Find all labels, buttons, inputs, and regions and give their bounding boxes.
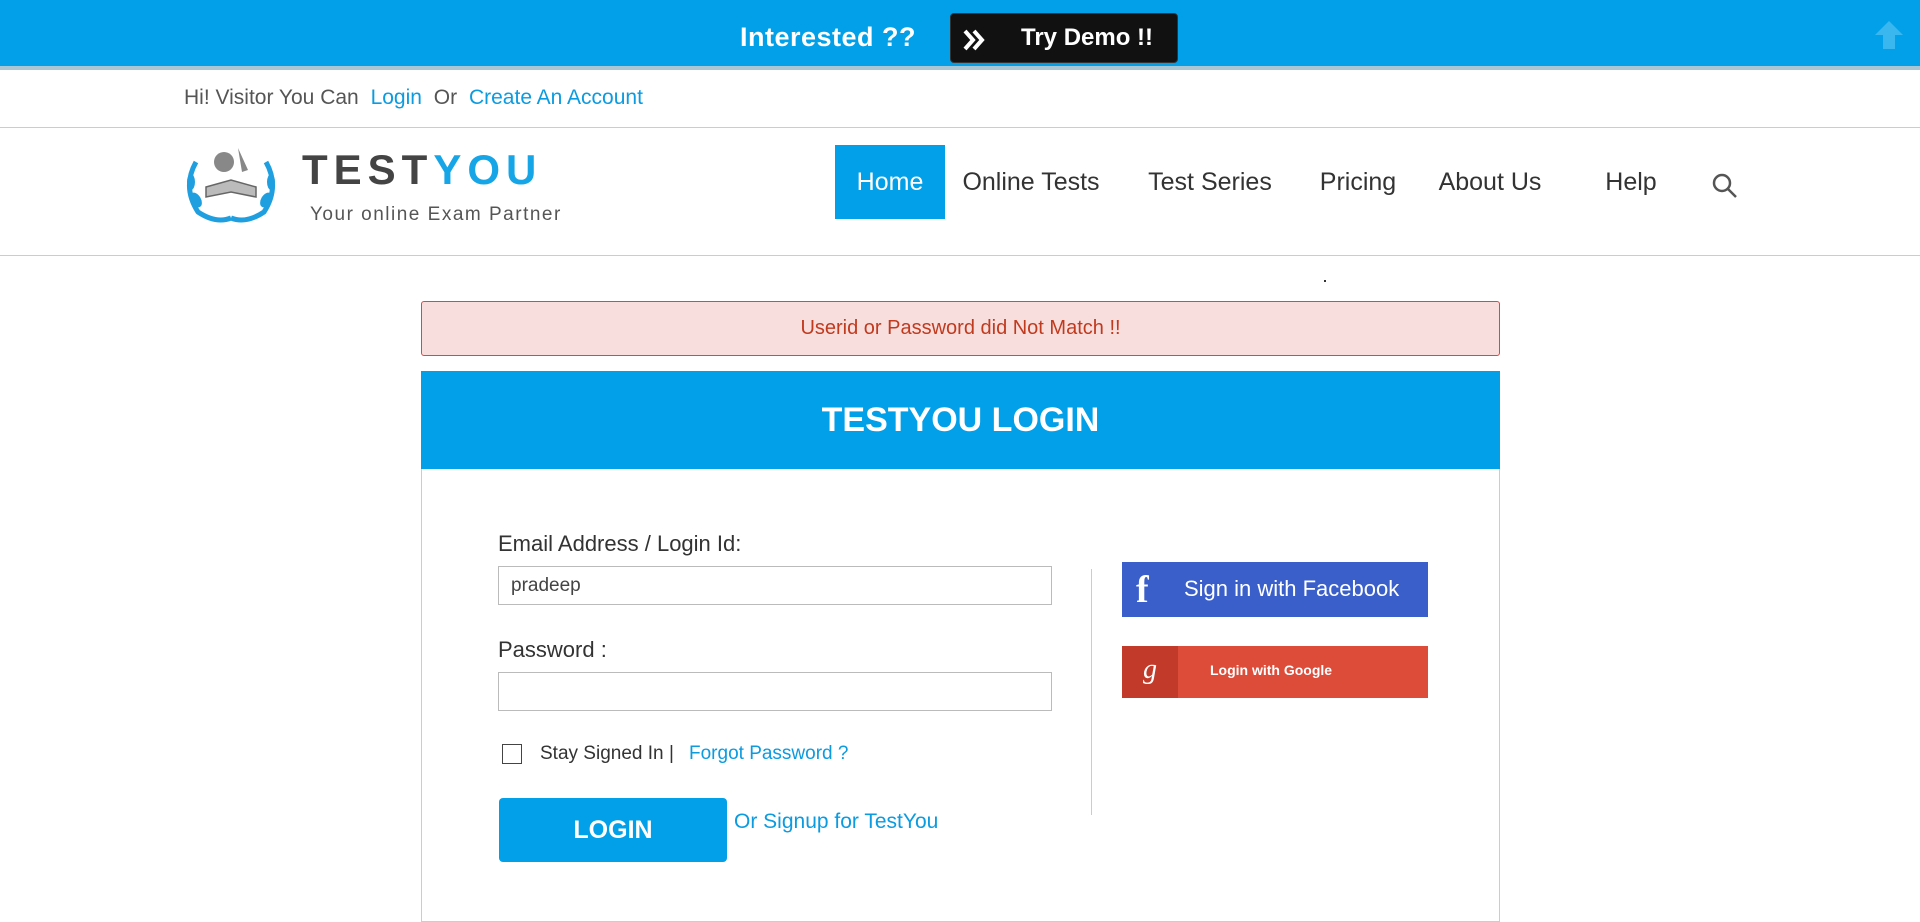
password-label: Password :	[498, 637, 607, 662]
try-demo-label: Try Demo !!	[1021, 24, 1154, 51]
visitor-prefix: Hi! Visitor You Can	[184, 86, 359, 109]
email-label: Email Address / Login Id:	[498, 531, 742, 556]
facebook-signin-button[interactable]: f Sign in with Facebook	[1122, 562, 1428, 617]
double-chevron-right-icon	[963, 29, 985, 51]
login-title: TESTYOU LOGIN	[421, 371, 1500, 469]
logo[interactable]: TESTYOU Your online Exam Partner	[176, 142, 576, 225]
create-account-link[interactable]: Create An Account	[469, 86, 643, 109]
nav-about-us[interactable]: About Us	[1420, 145, 1560, 219]
signup-link[interactable]: Or Signup for TestYou	[734, 810, 938, 834]
search-icon[interactable]	[1711, 172, 1739, 200]
google-login-button[interactable]: g Login with Google	[1122, 646, 1428, 698]
nav-home[interactable]: Home	[835, 145, 945, 219]
separator: |	[669, 743, 674, 764]
error-alert: Userid or Password did Not Match !!	[421, 301, 1500, 356]
try-demo-button[interactable]: Try Demo !!	[950, 13, 1178, 63]
nav-online-tests[interactable]: Online Tests	[956, 145, 1106, 219]
login-link[interactable]: Login	[371, 86, 422, 109]
logo-tagline: Your online Exam Partner	[310, 204, 562, 225]
google-login-label: Login with Google	[1210, 662, 1333, 678]
stray-dot	[1324, 280, 1326, 282]
scroll-to-top-icon[interactable]	[1872, 18, 1906, 52]
nav-test-series[interactable]: Test Series	[1140, 145, 1280, 219]
nav-help[interactable]: Help	[1581, 145, 1681, 219]
vertical-divider	[1091, 569, 1092, 815]
password-field[interactable]	[498, 672, 1052, 711]
stay-signed-in-checkbox[interactable]	[502, 744, 522, 764]
stay-signed-in-label: Stay Signed In	[540, 743, 664, 764]
site-header: TESTYOU Your online Exam Partner Home On…	[0, 128, 1920, 256]
visitor-or: Or	[433, 86, 458, 109]
logo-wordmark: TESTYOU	[302, 146, 543, 193]
promo-text: Interested ??	[740, 22, 917, 52]
laurel-book-icon	[187, 148, 275, 223]
facebook-icon: f	[1136, 569, 1149, 611]
google-icon: g	[1122, 646, 1178, 698]
nav-pricing[interactable]: Pricing	[1303, 145, 1413, 219]
login-button[interactable]: LOGIN	[499, 798, 727, 862]
facebook-signin-label: Sign in with Facebook	[1184, 576, 1400, 601]
email-field[interactable]	[498, 566, 1052, 605]
visitor-bar: Hi! Visitor You Can Login Or Create An A…	[0, 74, 1920, 128]
forgot-password-link[interactable]: Forgot Password ?	[689, 743, 848, 765]
login-panel: TESTYOU LOGIN Email Address / Login Id: …	[421, 371, 1500, 922]
promo-bar: Interested ?? Try Demo !!	[0, 0, 1920, 70]
